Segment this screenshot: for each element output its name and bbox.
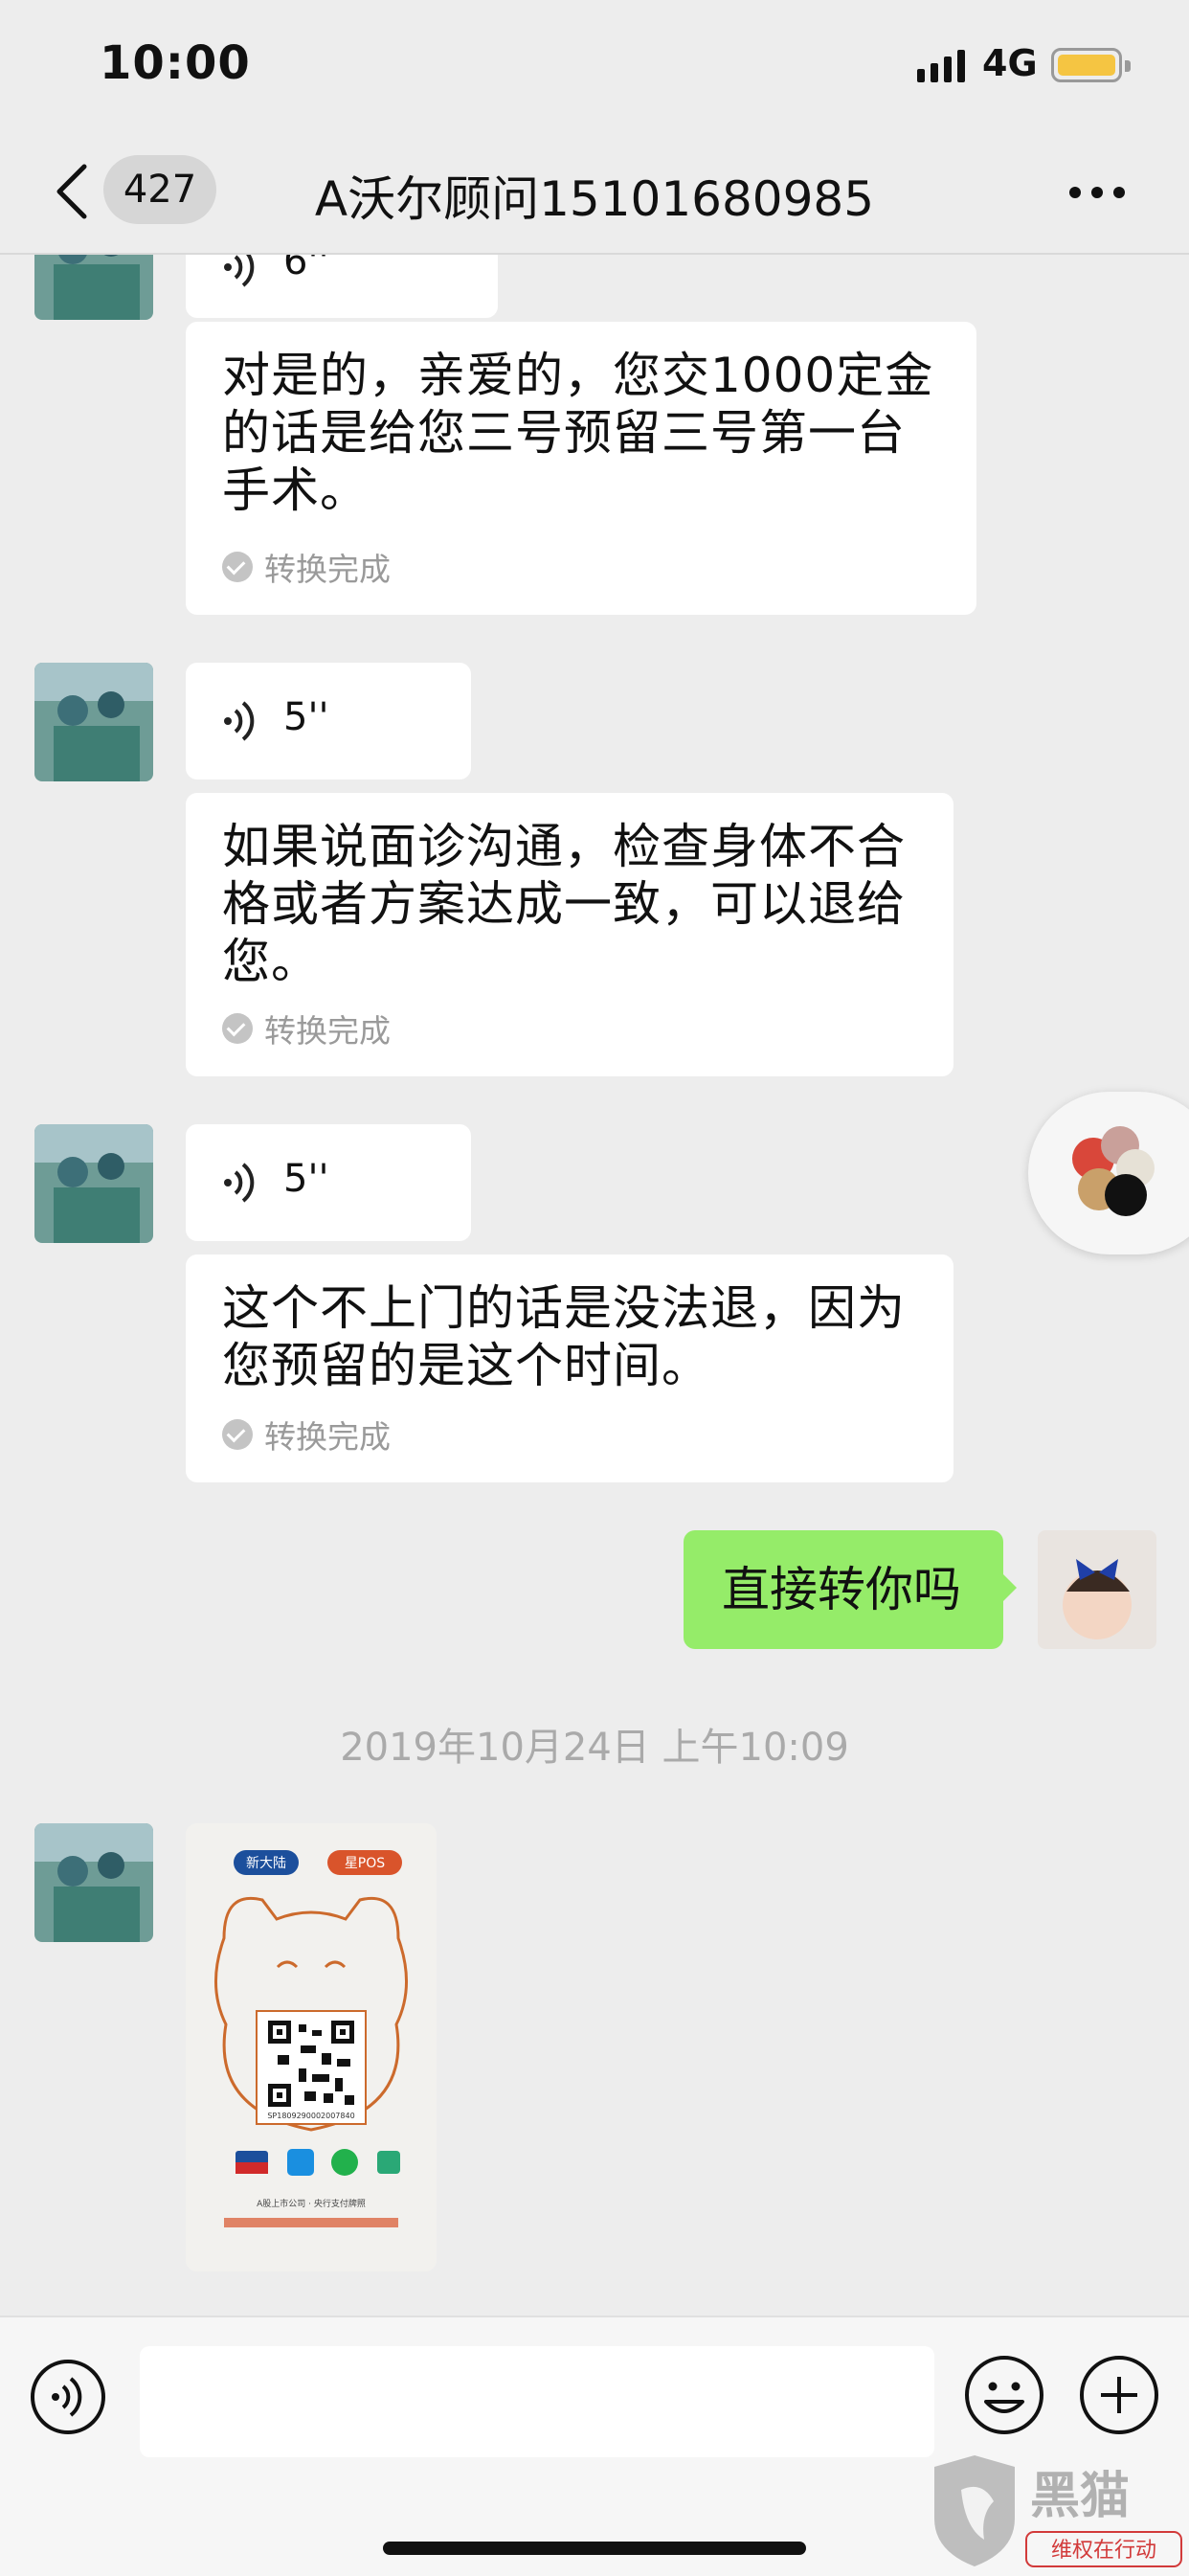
voice-transcription[interactable]: 如果说面诊沟通，检查身体不合格或者方案达成一致，可以退给您。 转换完成 — [186, 793, 953, 1076]
check-icon — [222, 552, 253, 582]
transcription-text: 对是的，亲爱的，您交1000定金的话是给您三号预留三号第一台手术。 — [222, 348, 934, 518]
sent-text-message[interactable]: 直接转你吗 — [684, 1530, 1017, 1649]
emoji-icon[interactable] — [963, 2354, 1045, 2436]
chat-title: A沃尔顾问15101680985 — [314, 171, 875, 227]
home-indicator — [383, 2542, 806, 2555]
voice-input-toggle-icon[interactable] — [29, 2358, 107, 2436]
chat-message-list[interactable]: 6'' 对是的，亲爱的，您交1000定金的话是给您三号预留三号第一台手术。 转换… — [0, 255, 1189, 2314]
conversion-status: 转换完成 — [222, 1006, 391, 1051]
watermark-brand: 黑猫 — [1030, 2468, 1130, 2525]
contact-avatar[interactable] — [34, 663, 153, 781]
voice-transcription[interactable]: 这个不上门的话是没法退，因为您预留的是这个时间。 转换完成 — [186, 1254, 953, 1482]
brand-left-label: 新大陆 — [246, 1856, 286, 1871]
battery-icon — [1051, 48, 1131, 82]
conversion-status: 转换完成 — [222, 1412, 391, 1457]
contact-avatar[interactable] — [34, 1124, 153, 1243]
contact-avatar[interactable] — [34, 1823, 153, 1942]
chat-header: 427 A沃尔顾问15101680985 — [0, 134, 1189, 255]
signal-icon — [917, 50, 965, 82]
network-type: 4G — [982, 42, 1038, 84]
my-avatar[interactable] — [1038, 1530, 1156, 1649]
voice-message[interactable]: 6'' — [186, 255, 498, 318]
message-timestamp: 2019年10月24日 上午10:09 — [340, 1726, 849, 1770]
qr-serial: SP1809290002007840 — [267, 2112, 354, 2120]
image-message-qr-code[interactable]: 新大陆 星POS SP1809290002007840 A股上市公司 · 央行支… — [186, 1823, 437, 2271]
conversion-status: 转换完成 — [222, 544, 391, 590]
multi-window-icon — [1072, 1126, 1155, 1216]
floating-window-button[interactable] — [1028, 1092, 1189, 1254]
qr-footer: A股上市公司 · 央行支付牌照 — [257, 2198, 366, 2209]
transcription-text: 这个不上门的话是没法退，因为您预留的是这个时间。 — [222, 1280, 906, 1393]
status-time: 10:00 — [100, 36, 251, 90]
watermark-sub: 维权在行动 — [1051, 2539, 1156, 2563]
transcription-text: 如果说面诊沟通，检查身体不合格或者方案达成一致，可以退给您。 — [222, 819, 906, 989]
voice-transcription[interactable]: 对是的，亲爱的，您交1000定金的话是给您三号预留三号第一台手术。 转换完成 — [186, 322, 976, 615]
watermark-logo: 黑猫 维权在行动 — [934, 2455, 1182, 2567]
voice-wave-icon — [224, 1163, 255, 1203]
check-icon — [222, 1419, 253, 1450]
message-input[interactable] — [140, 2346, 934, 2457]
status-bar: 10:00 4G — [0, 0, 1189, 134]
voice-wave-icon — [224, 255, 255, 287]
contact-avatar[interactable] — [34, 255, 153, 320]
voice-message[interactable]: 5'' — [186, 1124, 471, 1241]
plus-icon[interactable] — [1078, 2354, 1160, 2436]
voice-wave-icon — [224, 701, 255, 741]
more-options-icon[interactable] — [1068, 186, 1126, 199]
check-icon — [222, 1013, 253, 1044]
voice-message[interactable]: 5'' — [186, 663, 471, 780]
brand-right-label: 星POS — [345, 1856, 385, 1871]
